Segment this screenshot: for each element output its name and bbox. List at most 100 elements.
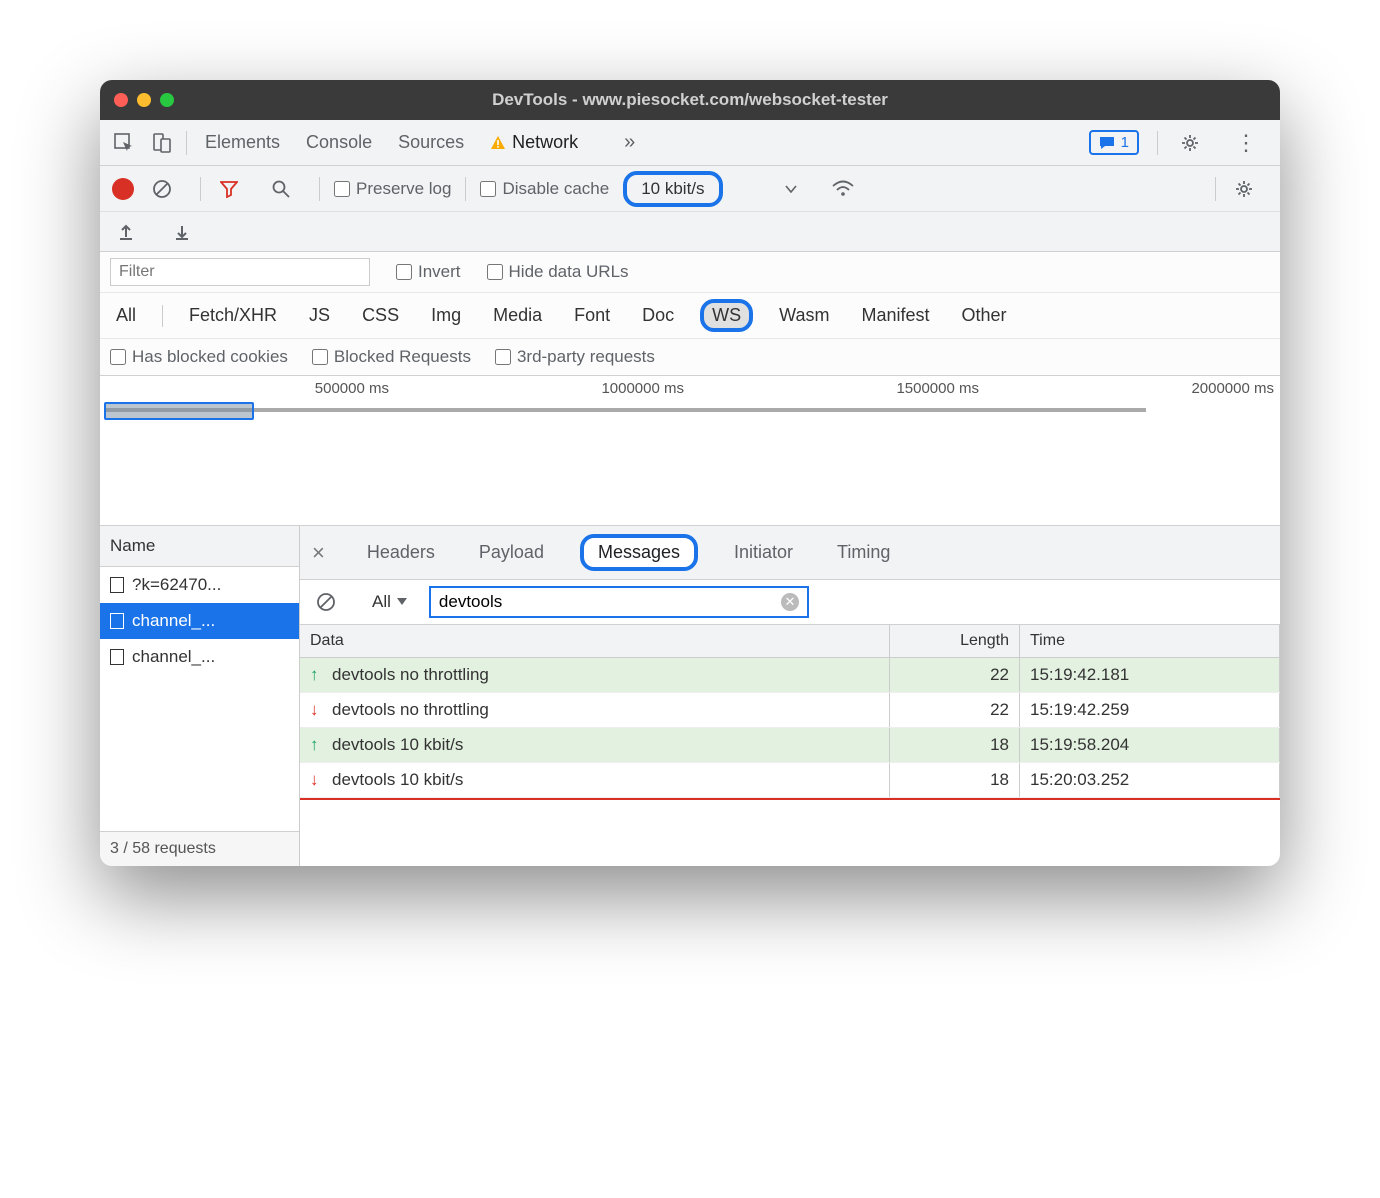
type-media[interactable]: Media — [487, 302, 548, 329]
request-item[interactable]: channel_... — [100, 603, 299, 639]
filter-input[interactable] — [110, 258, 370, 286]
col-length: Length — [890, 625, 1020, 657]
network-toolbar: Preserve log Disable cache 10 kbit/s — [100, 166, 1280, 212]
detail-tabs: × Headers Payload Messages Initiator Tim… — [300, 526, 1280, 580]
message-row[interactable]: ↓devtools 10 kbit/s1815:20:03.252 — [300, 763, 1280, 798]
timeline-overview[interactable]: 500000 ms 1000000 ms 1500000 ms 2000000 … — [100, 376, 1280, 526]
detail-tab-payload[interactable]: Payload — [471, 538, 552, 567]
third-party-checkbox[interactable]: 3rd-party requests — [495, 347, 655, 367]
settings-gear-icon[interactable] — [1176, 129, 1204, 157]
detail-tab-timing[interactable]: Timing — [829, 538, 898, 567]
chevron-down-icon — [397, 598, 407, 606]
warning-icon — [490, 135, 506, 151]
message-type-select[interactable]: All — [362, 589, 417, 615]
type-doc[interactable]: Doc — [636, 302, 680, 329]
disable-cache-checkbox[interactable]: Disable cache — [480, 179, 609, 199]
throttle-selector[interactable]: 10 kbit/s — [623, 171, 722, 207]
message-text: devtools no throttling — [332, 665, 489, 684]
arrow-down-icon: ↓ — [310, 700, 324, 720]
wifi-icon[interactable] — [829, 175, 857, 203]
panel-tabs: Elements Console Sources Network » — [205, 131, 635, 154]
type-wasm[interactable]: Wasm — [773, 302, 835, 329]
message-row[interactable]: ↓devtools no throttling2215:19:42.259 — [300, 693, 1280, 728]
separator — [200, 177, 201, 201]
tab-console[interactable]: Console — [306, 132, 372, 153]
titlebar: DevTools - www.piesocket.com/websocket-t… — [100, 80, 1280, 120]
stop-icon — [152, 179, 172, 199]
arrow-up-icon: ↑ — [310, 735, 324, 755]
detail-tab-messages[interactable]: Messages — [580, 534, 698, 571]
col-time: Time — [1020, 625, 1280, 657]
message-length: 18 — [890, 728, 1020, 762]
hide-data-urls-checkbox[interactable]: Hide data URLs — [487, 262, 629, 282]
type-font[interactable]: Font — [568, 302, 616, 329]
export-har-icon[interactable] — [112, 218, 140, 246]
timeline-track — [104, 402, 1276, 422]
kebab-menu-icon[interactable]: ⋮ — [1232, 129, 1260, 157]
type-js[interactable]: JS — [303, 302, 336, 329]
messages-end-marker — [300, 798, 1280, 800]
filter-toggle-icon[interactable] — [215, 175, 243, 203]
request-item[interactable]: ?k=62470... — [100, 567, 299, 603]
messages-filter-bar: All devtools ✕ — [300, 580, 1280, 625]
message-row[interactable]: ↑devtools no throttling2215:19:42.181 — [300, 658, 1280, 693]
type-fetch-xhr[interactable]: Fetch/XHR — [183, 302, 283, 329]
import-har-icon[interactable] — [168, 218, 196, 246]
clear-button[interactable] — [148, 175, 176, 203]
timeline-selection[interactable] — [104, 402, 254, 420]
message-filter-input[interactable]: devtools ✕ — [429, 586, 809, 618]
file-icon — [110, 649, 124, 665]
inspect-element-icon[interactable] — [110, 129, 138, 157]
type-img[interactable]: Img — [425, 302, 467, 329]
message-text: devtools 10 kbit/s — [332, 770, 463, 789]
type-ws[interactable]: WS — [700, 299, 753, 332]
request-item[interactable]: channel_... — [100, 639, 299, 675]
har-toolbar — [100, 212, 1280, 252]
close-detail-icon[interactable]: × — [312, 540, 325, 566]
message-time: 15:20:03.252 — [1020, 763, 1280, 797]
type-all[interactable]: All — [110, 302, 142, 329]
type-other[interactable]: Other — [956, 302, 1013, 329]
search-icon[interactable] — [267, 175, 295, 203]
arrow-up-icon: ↑ — [310, 665, 324, 685]
resource-type-filter: All Fetch/XHR JS CSS Img Media Font Doc … — [100, 293, 1280, 339]
request-detail-split: Name ?k=62470... channel_... channel_...… — [100, 526, 1280, 866]
message-length: 18 — [890, 763, 1020, 797]
more-tabs-icon[interactable]: » — [624, 131, 635, 154]
file-icon — [110, 577, 124, 593]
blocked-cookies-checkbox[interactable]: Has blocked cookies — [110, 347, 288, 367]
message-time: 15:19:42.259 — [1020, 693, 1280, 727]
tab-network[interactable]: Network — [490, 132, 578, 153]
record-button[interactable] — [112, 178, 134, 200]
device-toolbar-icon[interactable] — [148, 129, 176, 157]
throttle-dropdown-icon[interactable] — [777, 175, 805, 203]
type-css[interactable]: CSS — [356, 302, 405, 329]
request-count: 3 / 58 requests — [100, 831, 299, 866]
separator — [1157, 131, 1158, 155]
type-manifest[interactable]: Manifest — [856, 302, 936, 329]
tab-sources[interactable]: Sources — [398, 132, 464, 153]
blocked-requests-checkbox[interactable]: Blocked Requests — [312, 347, 471, 367]
col-data: Data — [300, 625, 890, 657]
tab-elements[interactable]: Elements — [205, 132, 280, 153]
clear-messages-icon[interactable] — [312, 588, 340, 616]
request-list-header: Name — [100, 526, 299, 567]
detail-tab-initiator[interactable]: Initiator — [726, 538, 801, 567]
preserve-log-checkbox[interactable]: Preserve log — [334, 179, 451, 199]
message-time: 15:19:58.204 — [1020, 728, 1280, 762]
message-length: 22 — [890, 693, 1020, 727]
message-row[interactable]: ↑ devtools 10 kbit/s 1815:19:58.204 — [300, 728, 1280, 763]
file-icon — [110, 613, 124, 629]
separator — [319, 177, 320, 201]
separator — [186, 131, 187, 155]
clear-filter-icon[interactable]: ✕ — [781, 593, 799, 611]
message-text: devtools 10 kbit/s — [332, 735, 463, 754]
separator — [1215, 177, 1216, 201]
devtools-window: DevTools - www.piesocket.com/websocket-t… — [100, 80, 1280, 866]
detail-tab-headers[interactable]: Headers — [359, 538, 443, 567]
message-time: 15:19:42.181 — [1020, 658, 1280, 692]
issues-badge[interactable]: 1 — [1089, 130, 1139, 155]
network-settings-gear-icon[interactable] — [1230, 175, 1258, 203]
extra-filter-row: Has blocked cookies Blocked Requests 3rd… — [100, 339, 1280, 376]
invert-checkbox[interactable]: Invert — [396, 262, 461, 282]
